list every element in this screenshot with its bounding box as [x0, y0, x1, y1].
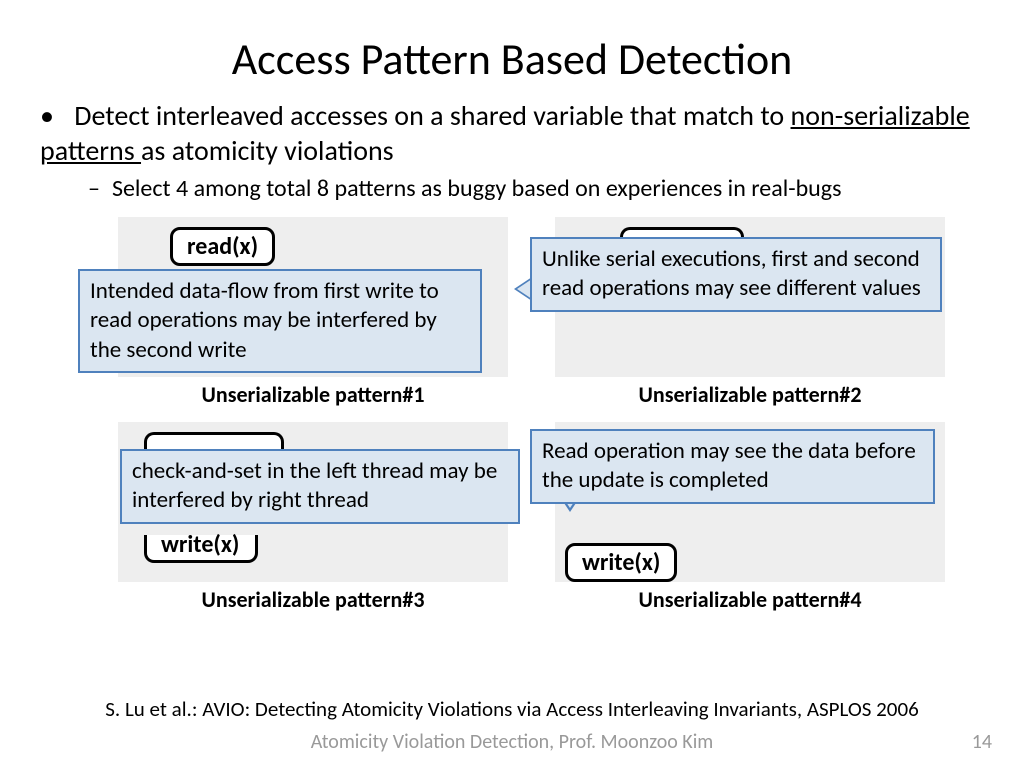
op-readx-pattern1: read(x) — [170, 227, 275, 266]
op-writex-pattern3-bottom: write(x) — [144, 535, 258, 563]
pattern-area: read(x) Unserializable pattern#1 Unseria… — [0, 217, 1024, 617]
citation: S. Lu et al.: AVIO: Detecting Atomicity … — [0, 696, 1024, 722]
callout-pattern-4: Read operation may see the data before t… — [530, 429, 935, 504]
callout-pattern-2: Unlike serial executions, first and seco… — [530, 237, 942, 312]
bullet-suffix: as atomicity violations — [141, 133, 394, 168]
sub-bullet: Select 4 among total 8 patterns as buggy… — [22, 168, 1024, 203]
page-number: 14 — [972, 730, 992, 754]
slide-title: Access Pattern Based Detection — [0, 0, 1024, 86]
footer: Atomicity Violation Detection, Prof. Moo… — [0, 730, 1024, 754]
op-writex-pattern4: write(x) — [565, 543, 677, 582]
callout-pattern-1: Intended data-flow from first write to r… — [78, 269, 482, 373]
caption-pattern-2: Unserializable pattern#2 — [555, 381, 945, 408]
caption-pattern-3: Unserializable pattern#3 — [118, 586, 508, 613]
callout-pattern-3: check-and-set in the left thread may be … — [120, 449, 520, 524]
footer-text: Atomicity Violation Detection, Prof. Moo… — [0, 730, 1024, 754]
caption-pattern-4: Unserializable pattern#4 — [555, 586, 945, 613]
main-bullet: Detect interleaved accesses on a shared … — [0, 86, 1024, 168]
caption-pattern-1: Unserializable pattern#1 — [118, 381, 508, 408]
bullet-prefix: Detect interleaved accesses on a shared … — [74, 98, 790, 133]
